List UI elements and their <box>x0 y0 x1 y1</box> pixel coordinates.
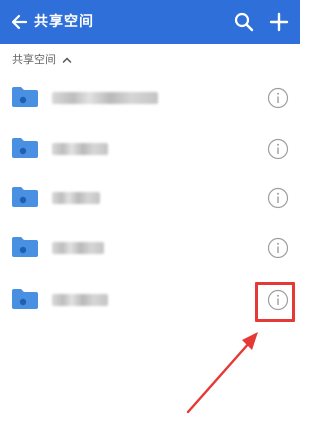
shared-folder-icon <box>12 87 38 107</box>
info-button[interactable] <box>267 87 289 109</box>
folder-name-redacted <box>52 242 104 254</box>
folder-row[interactable] <box>0 224 300 272</box>
add-button[interactable] <box>266 9 292 35</box>
info-button[interactable] <box>267 237 289 259</box>
folder-name-redacted <box>52 294 108 306</box>
shared-folder-icon <box>12 138 38 158</box>
app-bar: 共享空间 <box>0 0 300 44</box>
folder-row[interactable] <box>0 125 300 173</box>
folder-name-redacted <box>52 143 108 155</box>
folder-row[interactable] <box>0 174 300 222</box>
section-header[interactable]: 共享空间 <box>12 50 72 70</box>
shared-folder-icon <box>12 237 38 257</box>
folder-name-redacted <box>52 92 158 104</box>
plus-icon <box>269 12 289 32</box>
back-button[interactable] <box>6 8 34 36</box>
info-icon <box>267 87 289 109</box>
info-button[interactable] <box>267 187 289 209</box>
info-icon <box>267 138 289 160</box>
search-button[interactable] <box>231 9 257 35</box>
arrow-left-icon <box>11 14 28 30</box>
page-title: 共享空间 <box>34 14 94 30</box>
shared-folder-icon <box>12 289 38 309</box>
folder-name-redacted <box>52 192 100 204</box>
folder-row[interactable] <box>0 74 300 122</box>
highlight-box <box>255 282 295 322</box>
search-icon <box>234 12 254 32</box>
section-label: 共享空间 <box>12 53 56 66</box>
info-icon <box>267 187 289 209</box>
shared-folder-icon <box>12 187 38 207</box>
annotation-arrow <box>186 332 258 414</box>
info-icon <box>267 237 289 259</box>
chevron-up-icon <box>62 57 72 63</box>
info-button[interactable] <box>267 138 289 160</box>
